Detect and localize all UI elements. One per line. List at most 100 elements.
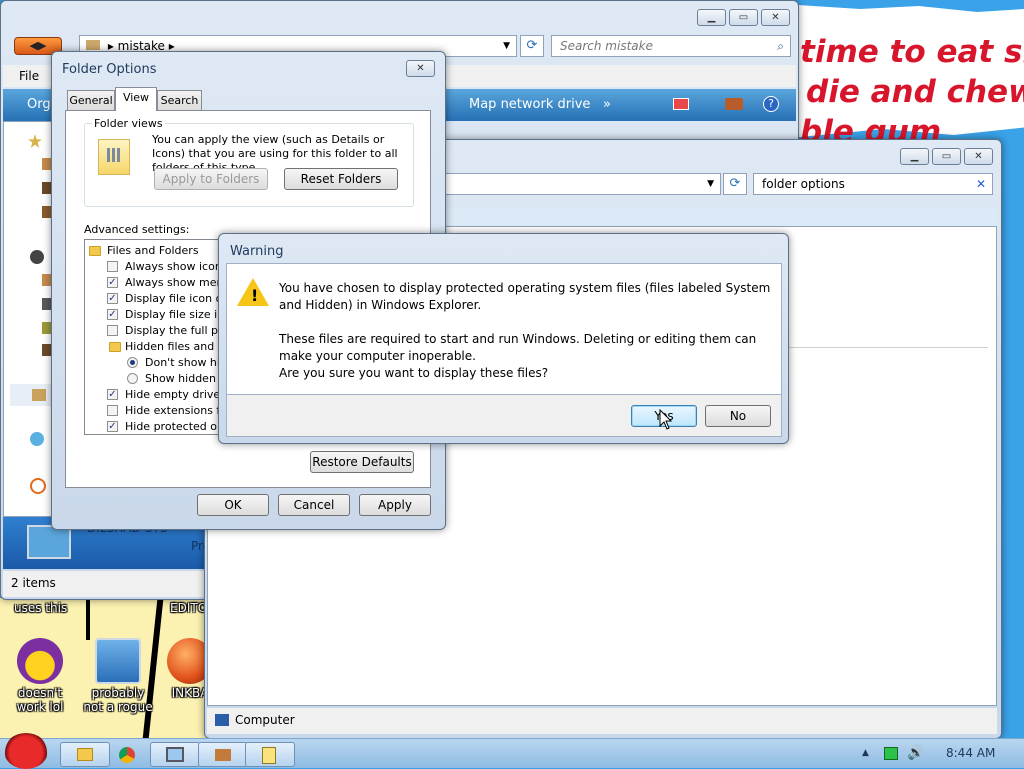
checkbox-always-show-menus[interactable]: ✓ bbox=[107, 277, 118, 288]
cancel-button[interactable]: Cancel bbox=[278, 494, 350, 516]
yahoo-messenger-icon bbox=[17, 638, 63, 684]
refresh-icon[interactable]: ⟳ bbox=[520, 35, 544, 57]
checkbox-display-file-icon[interactable]: ✓ bbox=[107, 293, 118, 304]
search-value: folder options bbox=[762, 177, 845, 191]
start-button[interactable] bbox=[4, 733, 48, 769]
taskbar-chrome-button[interactable] bbox=[103, 742, 153, 767]
monitor-icon bbox=[166, 747, 184, 762]
wallpaper-scribble bbox=[86, 600, 90, 640]
view-options-icon[interactable] bbox=[673, 98, 689, 110]
taskbar: ▲ 🔊 8:44 AM bbox=[0, 733, 1024, 769]
checkbox-hide-empty-drives[interactable]: ✓ bbox=[107, 389, 118, 400]
libraries-icon[interactable] bbox=[30, 250, 44, 264]
notepad-icon bbox=[262, 747, 276, 764]
close-button[interactable]: ✕ bbox=[761, 9, 790, 26]
dialog-title: Folder Options bbox=[62, 62, 157, 77]
chevron-down-icon[interactable]: ▼ bbox=[707, 174, 714, 194]
search-icon[interactable]: ⌕ bbox=[777, 36, 784, 56]
checkbox-hide-protected-files[interactable]: ✓ bbox=[107, 421, 118, 432]
maximize-button[interactable]: ▭ bbox=[729, 9, 758, 26]
apply-button[interactable]: Apply bbox=[359, 494, 431, 516]
search-placeholder: Search mistake bbox=[560, 39, 653, 53]
menu-file[interactable]: File bbox=[19, 69, 39, 83]
desktop-icon-monitor[interactable]: probably not a rogue bbox=[78, 638, 158, 714]
folder-icon bbox=[89, 246, 101, 256]
address-bar[interactable]: ▼ bbox=[445, 173, 721, 195]
no-button[interactable]: No bbox=[705, 405, 771, 427]
warning-icon-mark: ! bbox=[251, 286, 259, 305]
folder-icon bbox=[86, 40, 100, 50]
checkbox-always-show-icons[interactable] bbox=[107, 261, 118, 272]
checkbox-display-full-path[interactable] bbox=[107, 325, 118, 336]
warning-dialog[interactable]: Warning ! You have chosen to display pro… bbox=[218, 233, 789, 444]
ok-button[interactable]: OK bbox=[197, 494, 269, 516]
desktop-icon-label: not a rogue bbox=[83, 700, 153, 714]
wallpaper-text-2: die and chew bbox=[806, 74, 1024, 110]
organize-button[interactable]: Org bbox=[27, 97, 51, 112]
more-commands-button[interactable]: » bbox=[603, 97, 611, 112]
search-input[interactable]: folder options ✕ bbox=[753, 173, 993, 195]
computer-icon bbox=[27, 525, 71, 559]
status-item-count: 2 items bbox=[11, 576, 56, 590]
network-status-icon[interactable] bbox=[884, 747, 898, 760]
desktop-label: uses this bbox=[14, 601, 68, 615]
search-input[interactable]: Search mistake ⌕ bbox=[551, 35, 791, 57]
dialog-title: Warning bbox=[230, 244, 284, 259]
restore-defaults-button[interactable]: Restore Defaults bbox=[310, 451, 414, 473]
tab-search[interactable]: Search bbox=[157, 90, 202, 110]
computer-icon bbox=[215, 714, 229, 726]
warning-line: These files are required to start and ru… bbox=[279, 332, 757, 346]
favorites-star-icon[interactable] bbox=[28, 134, 42, 148]
lightning-icon[interactable] bbox=[30, 478, 46, 494]
reset-folders-button[interactable]: Reset Folders bbox=[284, 168, 398, 190]
refresh-icon[interactable]: ⟳ bbox=[723, 173, 747, 195]
desktop-icon-yahoo[interactable]: doesn't work lol bbox=[0, 638, 80, 714]
chrome-icon bbox=[119, 747, 135, 763]
taskbar-clock[interactable]: 8:44 AM bbox=[946, 746, 995, 760]
advanced-settings-label: Advanced settings: bbox=[84, 223, 190, 236]
minimize-button[interactable]: ▁ bbox=[697, 9, 726, 26]
status-bar: Computer bbox=[207, 708, 997, 734]
minimize-button[interactable]: ▁ bbox=[900, 148, 929, 165]
preview-pane-icon[interactable] bbox=[725, 98, 743, 110]
window-controls: ▁ ▭ ✕ bbox=[900, 148, 993, 165]
folder-views-label: Folder views bbox=[92, 117, 165, 130]
chevron-down-icon[interactable]: ▼ bbox=[503, 36, 510, 56]
folder-views-icon bbox=[98, 139, 130, 175]
help-icon[interactable]: ? bbox=[763, 96, 779, 112]
desktop-icon-label: doesn't bbox=[17, 686, 63, 700]
map-network-drive-button[interactable]: Map network drive bbox=[469, 97, 590, 112]
warning-line: and Hidden) in Windows Explorer. bbox=[279, 298, 482, 312]
folder-icon bbox=[109, 342, 121, 352]
taskbar-notes-button[interactable] bbox=[245, 742, 295, 767]
divider bbox=[778, 347, 988, 348]
warning-content: ! You have chosen to display protected o… bbox=[226, 263, 782, 395]
taskbar-control-panel-button[interactable] bbox=[150, 742, 200, 767]
desktop-icon-label: probably bbox=[91, 686, 145, 700]
tree-item-files-and-folders: Files and Folders bbox=[107, 244, 199, 257]
maximize-button[interactable]: ▭ bbox=[932, 148, 961, 165]
folder-icon bbox=[77, 748, 93, 761]
clear-search-icon[interactable]: ✕ bbox=[976, 174, 986, 194]
warning-button-bar bbox=[226, 395, 782, 437]
close-button[interactable]: ✕ bbox=[964, 148, 993, 165]
tab-view[interactable]: View bbox=[115, 87, 157, 111]
wallpaper-text-1: time to eat shit bbox=[800, 34, 1024, 70]
desktop-label: EDITO bbox=[170, 601, 208, 615]
radio-show-hidden[interactable] bbox=[127, 373, 138, 384]
volume-icon[interactable]: 🔊 bbox=[907, 745, 924, 761]
checkbox-hide-extensions[interactable] bbox=[107, 405, 118, 416]
network-icon[interactable] bbox=[30, 432, 44, 446]
tab-general[interactable]: General bbox=[67, 90, 115, 110]
checkbox-display-file-size[interactable]: ✓ bbox=[107, 309, 118, 320]
apply-to-folders-button[interactable]: Apply to Folders bbox=[154, 168, 268, 190]
radio-dont-show-hidden[interactable] bbox=[127, 357, 138, 368]
homegroup-icon bbox=[32, 389, 46, 401]
window-controls: ▁ ▭ ✕ bbox=[697, 9, 790, 26]
monitor-gears-icon bbox=[95, 638, 141, 684]
close-button[interactable]: ✕ bbox=[406, 60, 435, 77]
taskbar-tool-button[interactable] bbox=[198, 742, 248, 767]
warning-message: You have chosen to display protected ope… bbox=[279, 280, 775, 382]
show-hidden-icons-icon[interactable]: ▲ bbox=[862, 748, 869, 758]
